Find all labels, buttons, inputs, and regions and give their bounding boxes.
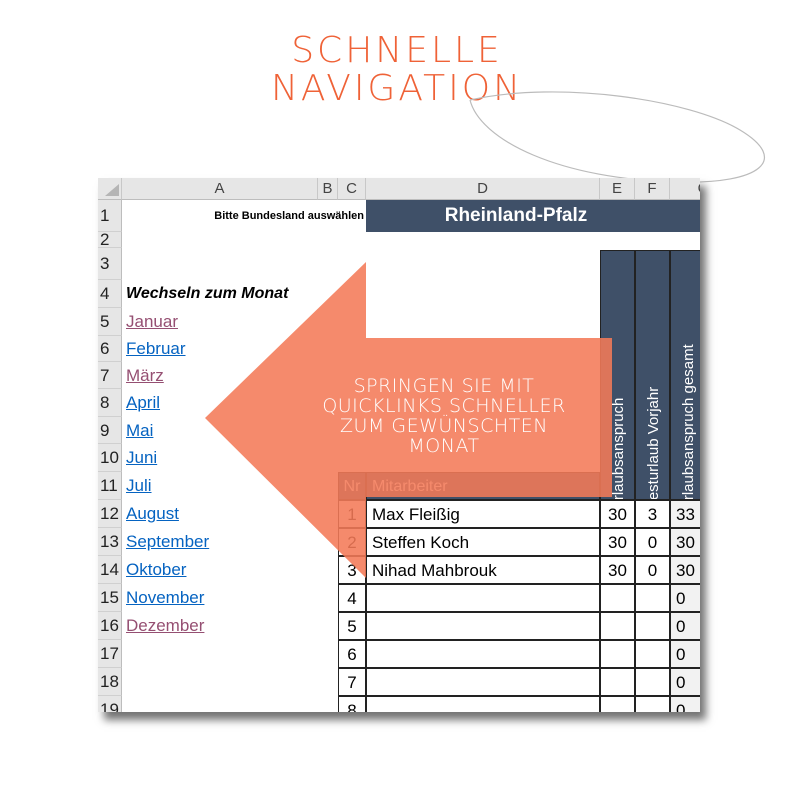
employee-nr-cell[interactable]: 3 <box>338 556 366 584</box>
month-link-oktober[interactable]: Oktober <box>126 556 316 584</box>
row-header-17[interactable]: 17 <box>98 640 122 668</box>
employee-entitlement-cell[interactable] <box>600 584 635 612</box>
employee-total-cell[interactable]: 0 <box>670 640 700 668</box>
employee-name-cell[interactable] <box>366 668 600 696</box>
employee-nr-cell[interactable]: 1 <box>338 500 366 528</box>
month-link-juli[interactable]: Juli <box>126 472 316 500</box>
month-link-november[interactable]: November <box>126 584 316 612</box>
row-header-12[interactable]: 12 <box>98 500 122 528</box>
row-header-2[interactable]: 2 <box>98 232 122 248</box>
employee-entitlement-cell[interactable]: 30 <box>600 556 635 584</box>
row-header-16[interactable]: 16 <box>98 612 122 640</box>
employee-name-cell[interactable] <box>366 640 600 668</box>
state-dropdown[interactable]: Rheinland-Pfalz <box>366 200 700 232</box>
row-header-13[interactable]: 13 <box>98 528 122 556</box>
employee-nr-cell[interactable]: 6 <box>338 640 366 668</box>
curve-line <box>469 91 765 183</box>
employee-nr-cell[interactable]: 4 <box>338 584 366 612</box>
employee-name-cell[interactable]: Steffen Koch <box>366 528 600 556</box>
employee-name-cell[interactable] <box>366 584 600 612</box>
row-header-5[interactable]: 5 <box>98 308 122 336</box>
employee-total-cell[interactable]: 30 <box>670 556 700 584</box>
month-link-januar[interactable]: Januar <box>126 308 316 336</box>
employee-name-cell[interactable] <box>366 696 600 712</box>
month-link-august[interactable]: August <box>126 500 316 528</box>
callout-line: ZUM GEWÜNSCHTEN <box>340 415 548 437</box>
row-header-18[interactable]: 18 <box>98 668 122 696</box>
employee-total-cell[interactable]: 0 <box>670 612 700 640</box>
employee-nr-cell[interactable]: 5 <box>338 612 366 640</box>
employee-carryover-cell[interactable] <box>635 668 670 696</box>
row-header-4[interactable]: 4 <box>98 280 122 308</box>
employee-nr-cell[interactable]: 2 <box>338 528 366 556</box>
employee-entitlement-cell[interactable] <box>600 696 635 712</box>
employee-total-cell[interactable]: 0 <box>670 696 700 712</box>
row-header-11[interactable]: 11 <box>98 472 122 500</box>
column-header-B[interactable]: B <box>318 178 338 200</box>
header-employee: Mitarbeiter <box>366 472 600 500</box>
select-all-corner[interactable] <box>98 178 122 200</box>
row-header-10[interactable]: 10 <box>98 444 122 472</box>
state-label: Bitte Bundesland auswählen <box>214 210 364 222</box>
row-header-19[interactable]: 19 <box>98 696 122 712</box>
employee-nr-cell[interactable]: 7 <box>338 668 366 696</box>
employee-carryover-cell[interactable]: 0 <box>635 556 670 584</box>
employee-entitlement-cell[interactable] <box>600 612 635 640</box>
row-header-9[interactable]: 9 <box>98 417 122 444</box>
nav-heading: Wechseln zum Monat <box>126 285 289 302</box>
employee-total-cell[interactable]: 0 <box>670 668 700 696</box>
employee-total-cell[interactable]: 30 <box>670 528 700 556</box>
employee-name-cell[interactable] <box>366 612 600 640</box>
employee-carryover-cell[interactable] <box>635 696 670 712</box>
column-header-G[interactable]: G <box>670 178 700 200</box>
row-header-7[interactable]: 7 <box>98 362 122 389</box>
header-carryover-label: Resturlaub Vorjahr <box>645 386 662 500</box>
column-header-A[interactable]: A <box>122 178 318 200</box>
employee-carryover-cell[interactable] <box>635 584 670 612</box>
row-header-15[interactable]: 15 <box>98 584 122 612</box>
month-link-februar[interactable]: Februar <box>126 336 316 362</box>
header-entitlement: Urlaubsanspruch <box>600 250 635 500</box>
callout-line: SPRINGEN SIE MIT <box>353 375 535 397</box>
callout-line: MONAT <box>408 435 480 457</box>
month-link-dezember[interactable]: Dezember <box>126 612 316 640</box>
month-link-september[interactable]: September <box>126 528 316 556</box>
employee-entitlement-cell[interactable]: 30 <box>600 500 635 528</box>
header-total: Urlaubsanspruch gesamt <box>670 250 700 500</box>
column-header-C[interactable]: C <box>338 178 366 200</box>
employee-carryover-cell[interactable]: 0 <box>635 528 670 556</box>
employee-name-cell[interactable]: Max Fleißig <box>366 500 600 528</box>
employee-carryover-cell[interactable] <box>635 612 670 640</box>
header-carryover: Resturlaub Vorjahr <box>635 250 670 500</box>
callout-text: SPRINGEN SIE MIT QUICKLINKS SCHNELLER ZU… <box>262 376 626 456</box>
column-header-E[interactable]: E <box>600 178 635 200</box>
employee-name-cell[interactable]: Nihad Mahbrouk <box>366 556 600 584</box>
employee-carryover-cell[interactable]: 3 <box>635 500 670 528</box>
corner-triangle-icon <box>104 184 119 196</box>
callout-line: QUICKLINKS SCHNELLER <box>322 395 566 417</box>
column-header-F[interactable]: F <box>635 178 670 200</box>
employee-total-cell[interactable]: 33 <box>670 500 700 528</box>
employee-nr-cell[interactable]: 8 <box>338 696 366 712</box>
employee-carryover-cell[interactable] <box>635 640 670 668</box>
row-header-8[interactable]: 8 <box>98 389 122 417</box>
column-header-D[interactable]: D <box>366 178 600 200</box>
employee-total-cell[interactable]: 0 <box>670 584 700 612</box>
header-total-label: Urlaubsanspruch gesamt <box>680 344 697 500</box>
employee-entitlement-cell[interactable] <box>600 668 635 696</box>
row-header-14[interactable]: 14 <box>98 556 122 584</box>
employee-entitlement-cell[interactable] <box>600 640 635 668</box>
employee-entitlement-cell[interactable]: 30 <box>600 528 635 556</box>
row-header-3[interactable]: 3 <box>98 248 122 280</box>
row-header-6[interactable]: 6 <box>98 336 122 362</box>
row-header-1[interactable]: 1 <box>98 200 122 232</box>
header-nr: Nr <box>338 472 366 500</box>
